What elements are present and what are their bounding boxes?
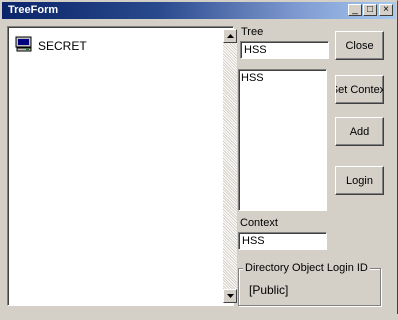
close-window-button[interactable]: × <box>379 4 393 16</box>
tree-item-label: SECRET <box>38 38 87 53</box>
title-bar[interactable]: TreeForm _ □ × <box>2 2 396 19</box>
arrow-up-icon <box>226 34 234 38</box>
tree-scrollbar[interactable] <box>223 29 237 303</box>
login-id-value: [Public] <box>249 283 289 297</box>
tree-label: Tree <box>241 26 264 38</box>
context-label: Context <box>240 217 278 229</box>
context-field[interactable]: HSS <box>238 232 327 250</box>
tree-view[interactable]: SECRET <box>7 26 237 306</box>
minimize-button[interactable]: _ <box>348 4 362 16</box>
computer-icon <box>15 36 33 55</box>
context-field-value: HSS <box>242 235 265 247</box>
context-list[interactable]: HSS <box>238 69 327 211</box>
maximize-button[interactable]: □ <box>363 4 377 16</box>
group-title: Directory Object Login ID <box>243 262 370 274</box>
close-button[interactable]: Close <box>335 31 384 60</box>
tree-item-secret[interactable]: SECRET <box>15 36 87 55</box>
tree-field-value: HSS <box>244 44 267 56</box>
maximize-icon: □ <box>366 4 374 15</box>
window-title: TreeForm <box>8 4 59 16</box>
minimize-icon: _ <box>352 4 358 15</box>
scroll-down-button[interactable] <box>223 289 237 303</box>
arrow-down-icon <box>226 294 234 298</box>
login-button[interactable]: Login <box>335 166 384 195</box>
scroll-up-button[interactable] <box>223 29 237 43</box>
bottom-edge <box>0 314 398 320</box>
list-item[interactable]: HSS <box>241 72 324 84</box>
add-button[interactable]: Add <box>335 117 384 146</box>
tree-field[interactable]: HSS <box>240 41 329 59</box>
close-icon: × <box>383 4 389 15</box>
set-context-button[interactable]: Set Context <box>335 75 384 104</box>
